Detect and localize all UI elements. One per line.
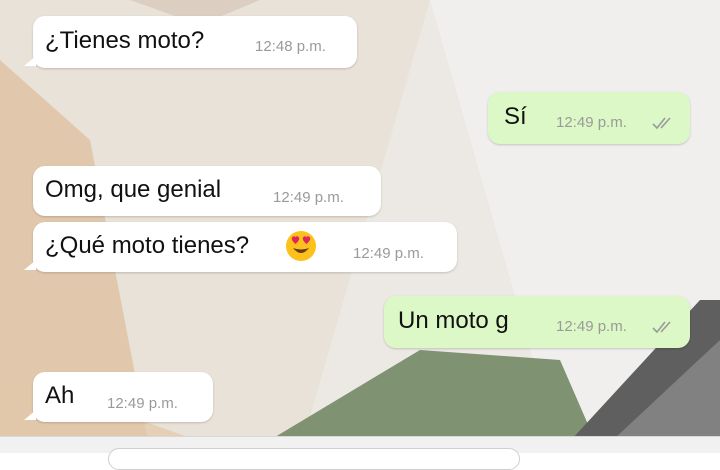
message-bubble-outgoing[interactable]: Un moto g 12:49 p.m. bbox=[384, 296, 690, 348]
message-time: 12:49 p.m. bbox=[273, 189, 344, 206]
message-bubble-incoming[interactable]: ¿Tienes moto? 12:48 p.m. bbox=[24, 16, 357, 68]
message-text: Ah bbox=[45, 382, 75, 409]
message-text: ¿Tienes moto? bbox=[45, 27, 205, 54]
message-text: Sí bbox=[504, 103, 527, 130]
message-text: Omg, que genial bbox=[45, 176, 222, 203]
message-time: 12:48 p.m. bbox=[255, 38, 326, 55]
message-input[interactable] bbox=[108, 448, 520, 470]
message-text: ¿Qué moto tienes? bbox=[45, 232, 250, 259]
message-text: Un moto g bbox=[398, 307, 509, 334]
message-bubble-outgoing[interactable]: Sí 12:49 p.m. bbox=[488, 92, 690, 144]
message-time: 12:49 p.m. bbox=[556, 114, 627, 131]
message-time: 12:49 p.m. bbox=[556, 318, 627, 335]
message-time: 12:49 p.m. bbox=[353, 245, 424, 262]
double-check-icon bbox=[652, 321, 671, 334]
message-bubble-incoming[interactable]: ¿Qué moto tienes? 12:49 p.m. bbox=[24, 222, 457, 272]
double-check-icon bbox=[652, 117, 671, 130]
heart-eyes-emoji-icon bbox=[286, 231, 316, 261]
message-bubble-incoming[interactable]: Ah 12:49 p.m. bbox=[24, 372, 213, 422]
message-bubble-incoming[interactable]: Omg, que genial 12:49 p.m. bbox=[33, 166, 381, 216]
message-time: 12:49 p.m. bbox=[107, 395, 178, 412]
